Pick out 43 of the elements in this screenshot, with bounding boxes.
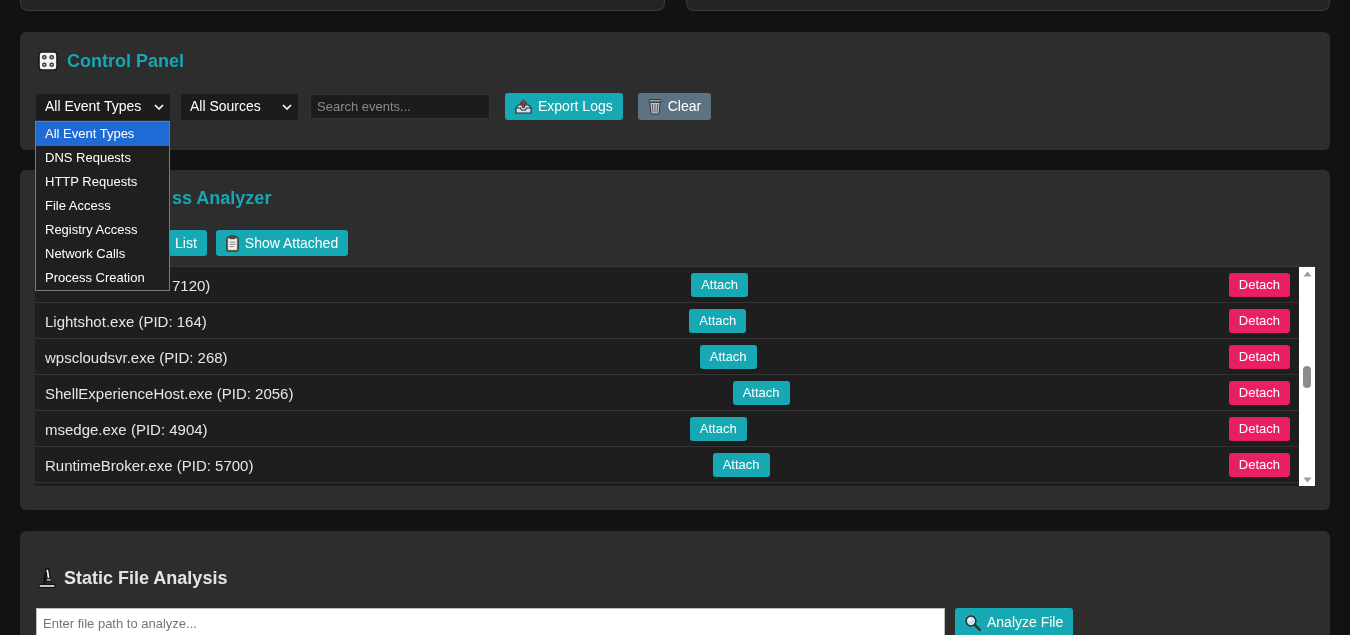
- file-path-field[interactable]: Enter file path to analyze...: [36, 608, 945, 635]
- attach-button[interactable]: Attach: [699, 344, 757, 369]
- attach-button[interactable]: Attach: [689, 308, 747, 333]
- process-name: ShellExperienceHost.exe (PID: 2056): [45, 383, 294, 404]
- detach-button[interactable]: Detach: [1228, 416, 1290, 441]
- process-name: Lightshot.exe (PID: 164): [45, 311, 207, 332]
- detach-button[interactable]: Detach: [1228, 452, 1290, 477]
- scroll-down-arrow-icon: [1302, 477, 1312, 483]
- wastebasket-icon: [647, 98, 662, 115]
- process-name: wpscloudsvr.exe (PID: 268): [45, 347, 228, 368]
- attach-button[interactable]: Attach: [689, 416, 747, 441]
- chevron-down-icon: [154, 103, 164, 110]
- search-field[interactable]: Search events...: [310, 94, 490, 119]
- show-attached-button[interactable]: Show Attached: [215, 230, 349, 256]
- clipboard-icon: [225, 234, 239, 252]
- control-knobs-icon: [38, 51, 58, 71]
- attach-button[interactable]: Attach: [691, 272, 748, 297]
- attach-button[interactable]: Attach: [732, 380, 790, 405]
- analyze-file-button[interactable]: Analyze File: [955, 608, 1074, 635]
- list-button[interactable]: List: [169, 230, 207, 256]
- export-logs-button[interactable]: Export Logs: [505, 93, 623, 120]
- detach-button[interactable]: Detach: [1228, 308, 1290, 333]
- detach-button[interactable]: Detach: [1228, 380, 1290, 405]
- process-name: msedge.exe (PID: 4904): [45, 419, 208, 440]
- process-name: 7120): [172, 275, 211, 296]
- section-title: Static File Analysis: [64, 567, 228, 589]
- dropdown-option[interactable]: All Event Types: [36, 122, 169, 146]
- attach-button[interactable]: Attach: [712, 452, 770, 477]
- scrollbar-thumb[interactable]: [1303, 366, 1311, 388]
- magnifier-icon: [965, 614, 981, 631]
- scroll-up-arrow-icon: [1302, 271, 1312, 277]
- microscope-icon: [38, 568, 56, 588]
- detach-button[interactable]: Detach: [1228, 344, 1290, 369]
- detach-button[interactable]: Detach: [1228, 272, 1290, 297]
- scrollbar[interactable]: [1299, 267, 1315, 486]
- section-title: ss Analyzer: [172, 187, 272, 209]
- source-select[interactable]: All Sources: [181, 93, 298, 120]
- clear-button[interactable]: Clear: [637, 93, 712, 120]
- section-title: Control Panel: [67, 50, 184, 72]
- event-type-select[interactable]: All Event Types: [36, 93, 170, 120]
- upload-tray-icon: [515, 99, 532, 114]
- process-name: RuntimeBroker.exe (PID: 5700): [45, 455, 254, 476]
- chevron-down-icon: [282, 103, 292, 110]
